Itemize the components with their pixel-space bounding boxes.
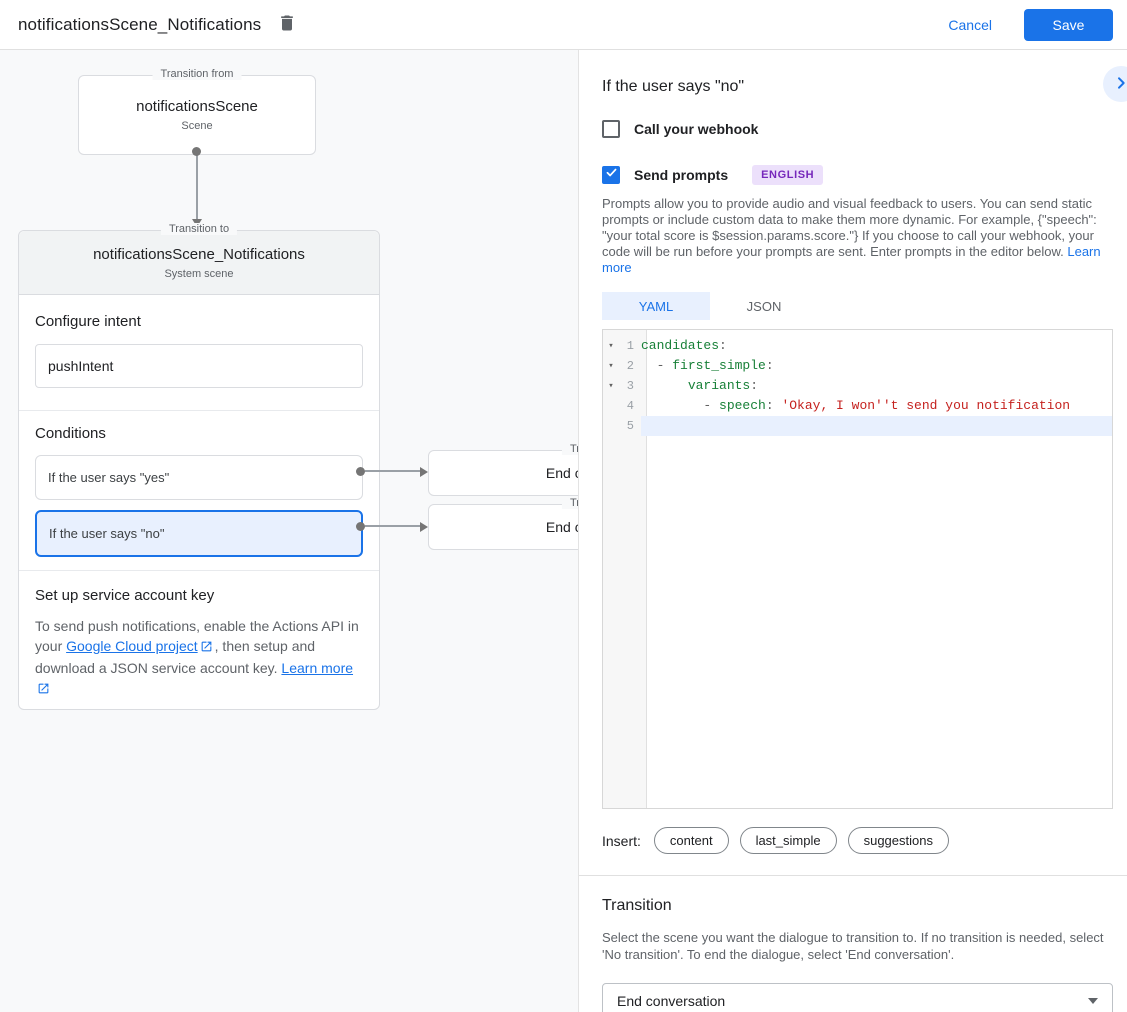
line-number: 4 bbox=[619, 399, 641, 413]
panel-title: If the user says "no" bbox=[602, 50, 1112, 96]
end-conversation-node[interactable]: Transition to End conversation bbox=[428, 504, 578, 550]
send-prompts-checkbox[interactable] bbox=[602, 166, 620, 184]
connector-dot bbox=[192, 147, 201, 156]
line-number: 2 bbox=[619, 359, 641, 373]
cancel-button[interactable]: Cancel bbox=[948, 17, 992, 33]
end-box-legend: Transition to bbox=[562, 443, 578, 455]
external-link-icon[interactable] bbox=[200, 638, 213, 658]
editor-tabs: YAML JSON bbox=[602, 292, 1112, 320]
call-webhook-checkbox[interactable] bbox=[602, 120, 620, 138]
connector-line bbox=[196, 154, 198, 220]
to-scene-type: System scene bbox=[164, 268, 233, 280]
page-title: notificationsScene_Notifications bbox=[18, 15, 261, 35]
end-conversation-node[interactable]: Transition to End conversation bbox=[428, 450, 578, 496]
external-link-icon[interactable] bbox=[37, 680, 50, 700]
fold-icon[interactable]: ▾ bbox=[603, 381, 619, 391]
save-button[interactable]: Save bbox=[1024, 9, 1113, 41]
line-number: 5 bbox=[619, 419, 641, 433]
yaml-code-editor[interactable]: ▾ 1 candidates: ▾ 2 - first_simple: ▾ 3 … bbox=[602, 329, 1113, 809]
conditions-section: Conditions If the user says "yes" If the… bbox=[19, 411, 379, 570]
from-scene-name: notificationsScene bbox=[136, 98, 258, 115]
insert-row: Insert: content last_simple suggestions bbox=[602, 827, 1112, 854]
transition-from-legend: Transition from bbox=[153, 68, 242, 80]
code-line[interactable]: - first_simple: bbox=[641, 356, 1112, 376]
line-number: 3 bbox=[619, 379, 641, 393]
intent-item[interactable]: pushIntent bbox=[35, 344, 363, 388]
trash-icon bbox=[277, 13, 297, 36]
transition-select[interactable]: End conversation bbox=[602, 983, 1113, 1012]
prompts-description-text: Prompts allow you to provide audio and v… bbox=[602, 196, 1097, 259]
learn-more-link[interactable]: Learn more bbox=[281, 660, 353, 676]
editor-line[interactable]: ▾ 2 - first_simple: bbox=[603, 356, 1112, 376]
service-key-heading: Set up service account key bbox=[35, 587, 363, 604]
google-cloud-project-link[interactable]: Google Cloud project bbox=[66, 638, 198, 654]
condition-item-no[interactable]: If the user says "no" bbox=[35, 510, 363, 557]
scene-diagram-panel: Transition from notificationsScene Scene… bbox=[0, 50, 578, 1012]
send-prompts-row: Send prompts ENGLISH bbox=[602, 165, 1112, 185]
conditions-heading: Conditions bbox=[35, 425, 363, 442]
end-box-label: End conversation bbox=[546, 519, 578, 535]
condition-item-yes[interactable]: If the user says "yes" bbox=[35, 455, 363, 500]
tab-yaml[interactable]: YAML bbox=[602, 292, 710, 320]
connector-line bbox=[365, 470, 420, 472]
transition-select-value: End conversation bbox=[617, 993, 725, 1009]
insert-label: Insert: bbox=[602, 833, 641, 849]
transition-heading: Transition bbox=[602, 897, 1112, 915]
send-prompts-label: Send prompts bbox=[634, 167, 728, 183]
fold-icon[interactable]: ▾ bbox=[603, 361, 619, 371]
insert-chip-content[interactable]: content bbox=[654, 827, 729, 854]
configure-intent-section: Configure intent pushIntent bbox=[19, 295, 379, 410]
transition-description: Select the scene you want the dialogue t… bbox=[602, 929, 1112, 963]
connector-dot bbox=[356, 522, 365, 531]
fold-icon[interactable]: ▾ bbox=[603, 341, 619, 351]
checkmark-icon bbox=[605, 166, 618, 184]
code-line[interactable]: variants: bbox=[641, 376, 1112, 396]
configure-intent-heading: Configure intent bbox=[35, 313, 363, 330]
editor-line[interactable]: ▾ 3 variants: bbox=[603, 376, 1112, 396]
delete-scene-button[interactable] bbox=[277, 13, 297, 36]
from-scene-type: Scene bbox=[181, 120, 212, 132]
transition-to-legend: Transition to bbox=[161, 223, 237, 235]
editor-line[interactable]: ▾ 1 candidates: bbox=[603, 336, 1112, 356]
tab-json[interactable]: JSON bbox=[710, 292, 818, 320]
end-box-legend: Transition to bbox=[562, 497, 578, 509]
dropdown-caret-icon bbox=[1088, 998, 1098, 1004]
transition-to-card: Transition to notificationsScene_Notific… bbox=[18, 230, 380, 710]
code-line-active[interactable] bbox=[641, 416, 1112, 436]
condition-detail-panel: If the user says "no" Call your webhook … bbox=[578, 50, 1127, 1012]
panel-divider bbox=[579, 875, 1127, 876]
call-webhook-row: Call your webhook bbox=[602, 120, 1112, 138]
call-webhook-label: Call your webhook bbox=[634, 121, 758, 137]
connector-dot bbox=[356, 467, 365, 476]
editor-line[interactable]: 4 - speech: 'Okay, I won''t send you not… bbox=[603, 396, 1112, 416]
transition-from-node[interactable]: Transition from notificationsScene Scene bbox=[78, 75, 316, 155]
top-bar: notificationsScene_Notifications Cancel … bbox=[0, 0, 1127, 50]
service-key-text: To send push notifications, enable the A… bbox=[35, 616, 363, 700]
insert-chip-last-simple[interactable]: last_simple bbox=[740, 827, 837, 854]
insert-chip-suggestions[interactable]: suggestions bbox=[848, 827, 949, 854]
code-line[interactable]: - speech: 'Okay, I won''t send you notif… bbox=[641, 396, 1112, 416]
connector-line bbox=[365, 525, 420, 527]
transition-section: Transition Select the scene you want the… bbox=[579, 897, 1127, 1012]
end-box-label: End conversation bbox=[546, 465, 578, 481]
to-scene-header[interactable]: notificationsScene_Notifications System … bbox=[19, 231, 379, 295]
arrow-right-icon bbox=[420, 522, 428, 532]
editor-line[interactable]: 5 bbox=[603, 416, 1112, 436]
code-line[interactable]: candidates: bbox=[641, 336, 1112, 356]
language-badge: ENGLISH bbox=[752, 165, 823, 185]
chevron-right-icon bbox=[1113, 75, 1127, 94]
scene-editor-screen: notificationsScene_Notifications Cancel … bbox=[0, 0, 1127, 1012]
arrow-right-icon bbox=[420, 467, 428, 477]
prompts-description: Prompts allow you to provide audio and v… bbox=[602, 196, 1112, 276]
to-scene-name: notificationsScene_Notifications bbox=[93, 246, 305, 263]
line-number: 1 bbox=[619, 339, 641, 353]
service-key-section: Set up service account key To send push … bbox=[19, 571, 379, 700]
